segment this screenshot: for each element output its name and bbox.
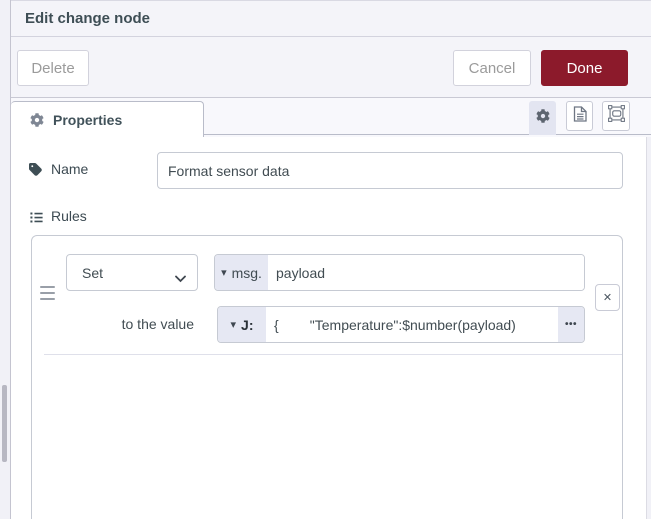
- list-icon: [29, 209, 45, 225]
- property-prefix-label: msg.: [232, 265, 262, 281]
- caret-down-icon: ▾: [221, 266, 227, 279]
- rule-action-value: Set: [82, 265, 103, 281]
- gear-icon: [30, 112, 46, 128]
- expand-expression-button[interactable]: •••: [558, 307, 584, 342]
- dialog-header: Edit change node: [11, 0, 651, 37]
- appearance-frame-icon: [608, 105, 625, 127]
- rules-container: Set ▾ msg. to the value ▾: [31, 235, 623, 519]
- cancel-button[interactable]: Cancel: [453, 50, 531, 86]
- to-the-value-label: to the value: [44, 306, 194, 343]
- done-button[interactable]: Done: [541, 50, 628, 86]
- rule-action-select[interactable]: Set: [66, 254, 198, 291]
- close-icon: ✕: [603, 291, 612, 304]
- tab-properties[interactable]: Properties: [11, 101, 204, 137]
- rule-property-field: ▾ msg.: [214, 254, 585, 291]
- description-section-button[interactable]: [566, 101, 593, 131]
- dialog-toolbar: Delete Cancel Done: [11, 37, 651, 98]
- property-type-button[interactable]: ▾ msg.: [215, 255, 268, 290]
- scrollbar-grip[interactable]: [2, 385, 7, 462]
- right-scroll-track[interactable]: [646, 137, 651, 519]
- left-backdrop: [0, 0, 10, 519]
- edit-change-node-dialog: Edit change node Delete Cancel Done Prop…: [0, 0, 651, 519]
- remove-rule-button[interactable]: ✕: [595, 284, 620, 311]
- property-input[interactable]: [268, 255, 584, 290]
- tab-properties-label: Properties: [53, 112, 122, 128]
- expression-input[interactable]: [266, 307, 558, 342]
- tab-row-border: [204, 134, 651, 135]
- rule-divider: [44, 354, 622, 355]
- caret-down-icon: ▾: [231, 318, 237, 331]
- ellipsis-icon: •••: [565, 319, 577, 330]
- chevron-down-icon: [175, 270, 186, 286]
- name-label: Name: [51, 161, 88, 177]
- tray-dialog: Edit change node Delete Cancel Done Prop…: [10, 0, 651, 519]
- delete-button[interactable]: Delete: [17, 50, 89, 86]
- document-icon: [573, 106, 587, 127]
- rules-label: Rules: [51, 208, 87, 224]
- value-type-button[interactable]: ▾ J:: [218, 307, 266, 342]
- drag-handle-icon[interactable]: [40, 286, 55, 300]
- dialog-title: Edit change node: [25, 1, 150, 36]
- tag-icon: [29, 161, 45, 177]
- properties-section-button[interactable]: [529, 101, 556, 135]
- tab-row: Properties: [11, 98, 651, 137]
- name-input[interactable]: [157, 152, 623, 189]
- rule-value-field: ▾ J: •••: [217, 306, 585, 343]
- jsonata-expression-icon: J:: [241, 317, 253, 333]
- gear-icon: [536, 109, 550, 128]
- appearance-section-button[interactable]: [602, 101, 630, 131]
